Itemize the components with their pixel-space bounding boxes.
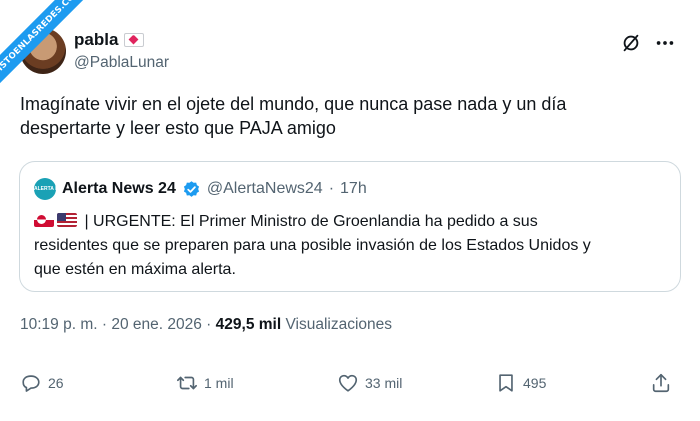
separator-dot: · bbox=[206, 316, 212, 333]
love-letter-icon bbox=[124, 33, 145, 47]
retweet-count: 1 mil bbox=[204, 375, 234, 391]
quoted-author-handle[interactable]: @AlertaNews24 bbox=[207, 180, 323, 198]
separator-dot: · bbox=[328, 180, 335, 197]
bookmark-icon bbox=[499, 374, 513, 392]
views-count: 429,5 mil bbox=[215, 316, 282, 333]
more-icon[interactable] bbox=[654, 32, 676, 54]
tweet-text-line: Imagínate vivir en el ojete del mundo, q… bbox=[20, 94, 567, 114]
retweet-button[interactable]: 1 mil bbox=[176, 372, 234, 394]
author-name-line[interactable]: pabla bbox=[74, 30, 145, 50]
author-handle[interactable]: @PablaLunar bbox=[74, 54, 169, 72]
verified-badge-icon bbox=[183, 180, 199, 197]
grok-icon[interactable] bbox=[620, 32, 642, 54]
tweet-text: Imagínate vivir en el ojete del mundo, q… bbox=[20, 92, 660, 140]
tweet-text-line: despertarte y leer esto que PAJA amigo bbox=[20, 118, 336, 138]
like-count: 33 mil bbox=[365, 375, 403, 391]
bookmark-button[interactable]: 495 bbox=[495, 372, 546, 394]
share-button[interactable] bbox=[650, 372, 672, 394]
like-button[interactable]: 33 mil bbox=[337, 372, 402, 394]
retweet-icon bbox=[177, 376, 197, 390]
action-bar: 26 1 mil 33 mil 495 bbox=[20, 372, 680, 398]
quoted-text: | URGENTE: El Primer Ministro de Groenla… bbox=[34, 210, 674, 282]
greenland-flag-icon bbox=[34, 213, 54, 227]
quoted-avatar[interactable]: ALERTA NEWS bbox=[34, 178, 70, 200]
quoted-text-line: | URGENTE: El Primer Ministro de Groenla… bbox=[34, 210, 674, 234]
tweet-header: pabla @PablaLunar bbox=[20, 26, 680, 78]
heart-icon bbox=[338, 374, 358, 392]
reply-button[interactable]: 26 bbox=[20, 372, 64, 394]
quoted-tweet-header: ALERTA NEWS Alerta News 24 @AlertaNews24… bbox=[34, 178, 367, 200]
reply-icon bbox=[22, 375, 40, 392]
usa-flag-icon bbox=[57, 213, 77, 227]
tweet-date[interactable]: 20 ene. 2026 bbox=[111, 316, 202, 333]
author-name[interactable]: pabla bbox=[74, 30, 118, 50]
quoted-text-line3: que estén en máxima alerta. bbox=[34, 261, 236, 278]
quoted-tweet[interactable]: ALERTA NEWS Alerta News 24 @AlertaNews24… bbox=[19, 161, 681, 292]
tweet-metadata: 10:19 p. m. · 20 ene. 2026 · 429,5 mil V… bbox=[20, 316, 392, 334]
tweet-time[interactable]: 10:19 p. m. bbox=[20, 316, 98, 333]
share-icon bbox=[652, 373, 670, 393]
quoted-author-name[interactable]: Alerta News 24 bbox=[62, 180, 176, 198]
bookmark-count: 495 bbox=[523, 375, 547, 391]
separator-dot: · bbox=[101, 316, 108, 333]
views-label: Visualizaciones bbox=[285, 316, 393, 333]
quoted-text-line1: | URGENTE: El Primer Ministro de Groenla… bbox=[84, 213, 538, 230]
quoted-timestamp[interactable]: 17h bbox=[340, 180, 367, 198]
quoted-text-line2: residentes que se preparen para una posi… bbox=[34, 237, 591, 254]
reply-count: 26 bbox=[48, 375, 64, 391]
